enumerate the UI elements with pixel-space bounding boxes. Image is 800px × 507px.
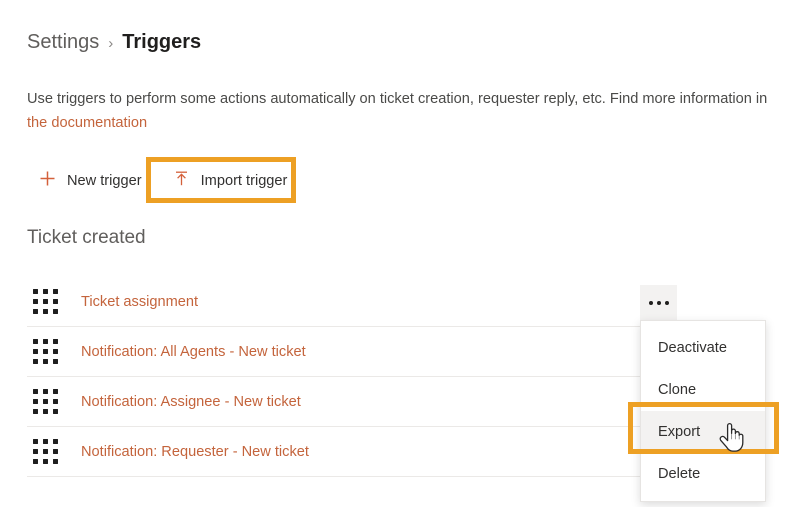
- import-trigger-button[interactable]: Import trigger: [161, 163, 300, 198]
- ellipsis-icon: [664, 300, 669, 305]
- breadcrumb: Settings › Triggers: [27, 31, 201, 54]
- ellipsis-icon: [656, 300, 661, 305]
- drag-handle-icon[interactable]: [33, 388, 63, 415]
- row-more-options-button[interactable]: [640, 285, 677, 320]
- table-row[interactable]: Ticket assignment: [27, 277, 680, 327]
- trigger-name-link[interactable]: Notification: All Agents - New ticket: [81, 344, 306, 360]
- page-title: Triggers: [122, 31, 202, 53]
- menu-item-delete[interactable]: Delete: [641, 453, 765, 495]
- menu-item-clone[interactable]: Clone: [641, 369, 765, 411]
- menu-item-export[interactable]: Export: [641, 411, 765, 453]
- section-title: Ticket created: [27, 227, 146, 248]
- drag-handle-icon[interactable]: [33, 438, 63, 465]
- new-trigger-label: New trigger: [67, 172, 142, 189]
- drag-handle-icon[interactable]: [33, 288, 63, 315]
- upload-arrow-icon: [173, 170, 190, 191]
- trigger-name-link[interactable]: Notification: Assignee - New ticket: [81, 394, 301, 410]
- table-row[interactable]: Notification: Requester - New ticket: [27, 427, 680, 477]
- toolbar: New trigger Import trigger: [27, 163, 299, 198]
- breadcrumb-separator-icon: ›: [108, 35, 114, 52]
- menu-item-deactivate[interactable]: Deactivate: [641, 327, 765, 369]
- ellipsis-icon: [648, 300, 653, 305]
- new-trigger-button[interactable]: New trigger: [27, 163, 154, 198]
- menu-item-label: Deactivate: [658, 340, 727, 356]
- documentation-link[interactable]: the documentation: [27, 115, 147, 131]
- breadcrumb-settings-link[interactable]: Settings: [27, 31, 99, 54]
- table-row[interactable]: Notification: Assignee - New ticket: [27, 377, 680, 427]
- page-description: Use triggers to perform some actions aut…: [27, 87, 784, 135]
- import-trigger-wrapper: Import trigger: [161, 163, 300, 198]
- trigger-name-link[interactable]: Notification: Requester - New ticket: [81, 444, 309, 460]
- plus-icon: [39, 170, 56, 191]
- row-context-menu: Deactivate Clone Export Delete: [640, 320, 766, 502]
- menu-item-label: Clone: [658, 382, 697, 398]
- table-row[interactable]: Notification: All Agents - New ticket: [27, 327, 680, 377]
- import-trigger-label: Import trigger: [200, 172, 288, 189]
- drag-handle-icon[interactable]: [33, 338, 63, 365]
- trigger-name-link[interactable]: Ticket assignment: [81, 294, 198, 310]
- menu-item-label: Delete: [658, 466, 701, 482]
- description-text: Use triggers to perform some actions aut…: [27, 91, 768, 107]
- menu-item-label: Export: [658, 424, 701, 440]
- triggers-settings-page: Settings › Triggers Use triggers to perf…: [0, 0, 800, 507]
- trigger-list: Ticket assignment Notification: All Agen…: [27, 277, 680, 477]
